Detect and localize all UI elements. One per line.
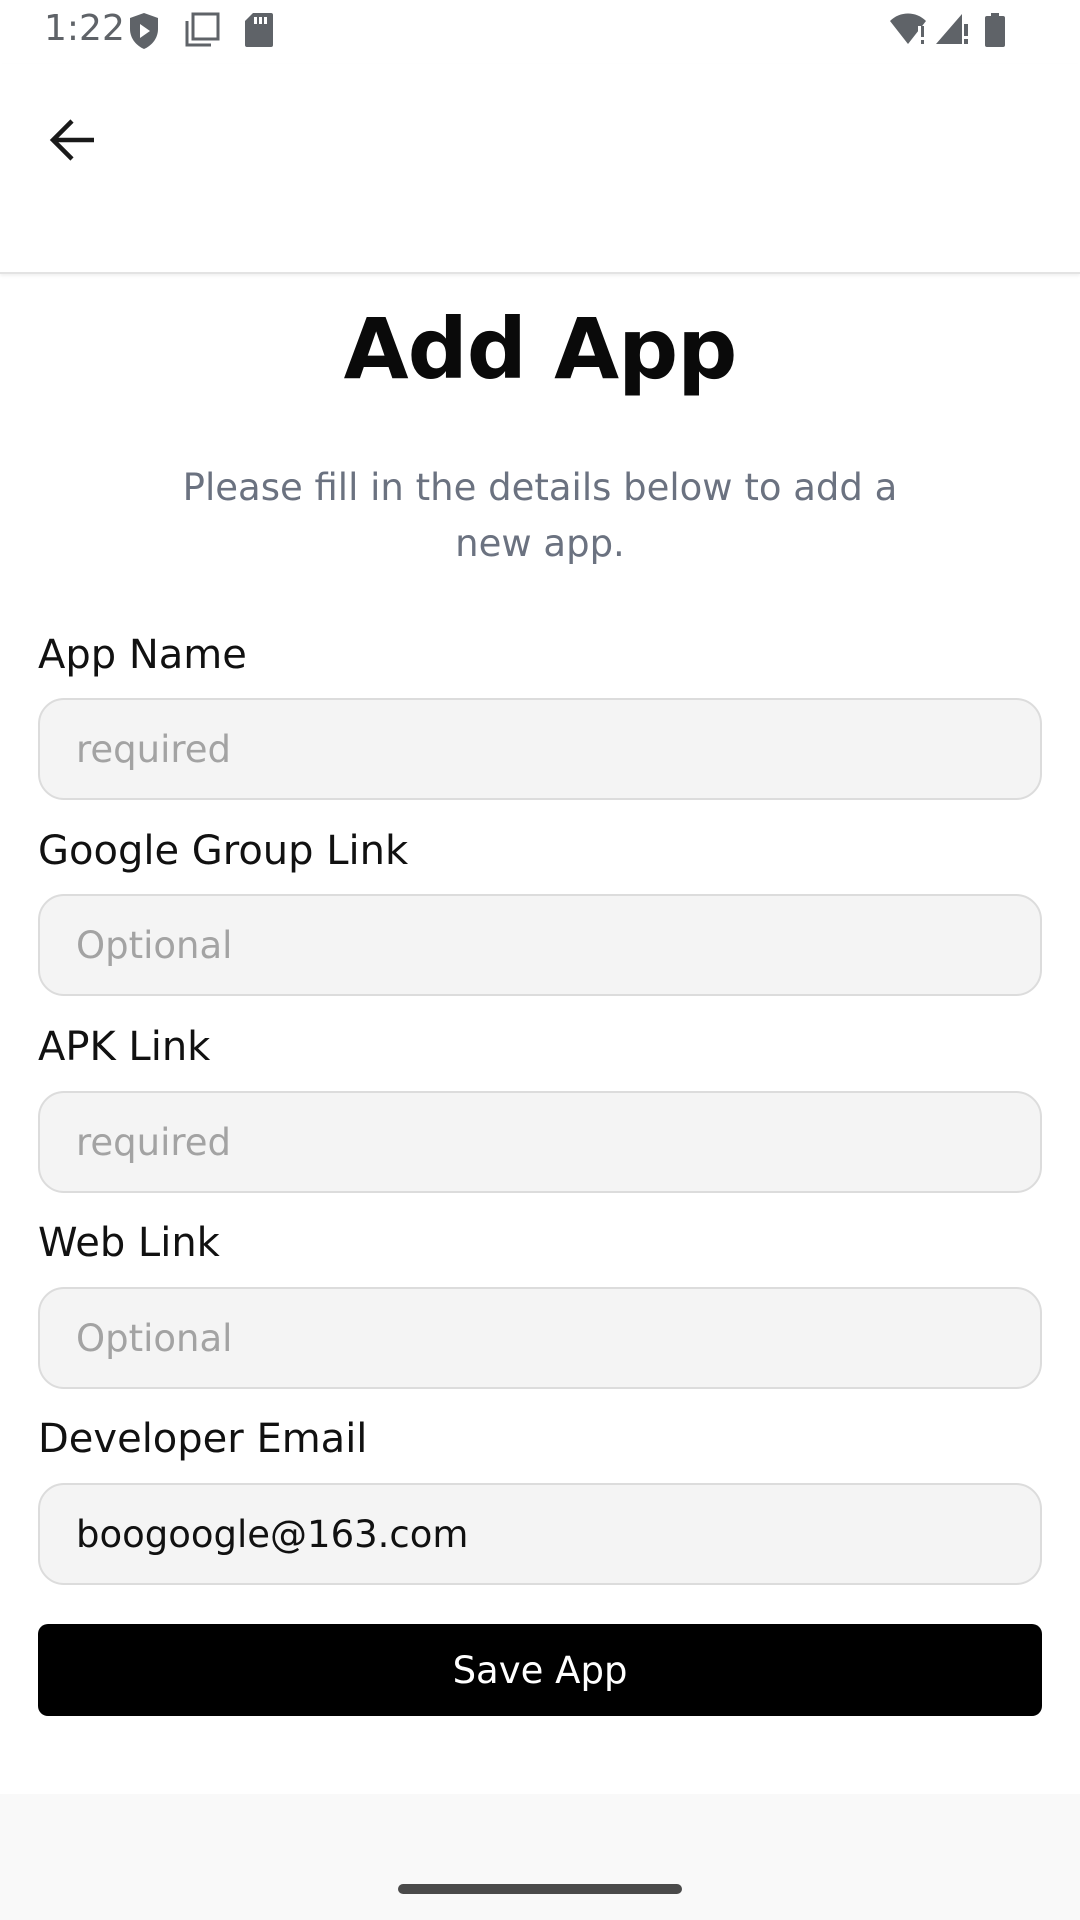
app-name-input[interactable] bbox=[38, 698, 1042, 800]
signal-alert-icon bbox=[934, 12, 970, 51]
apk-link-input[interactable] bbox=[38, 1091, 1042, 1193]
google-group-link-label: Google Group Link bbox=[38, 828, 409, 874]
app-name-label: App Name bbox=[38, 632, 247, 678]
status-bar: 1:22 bbox=[0, 0, 1080, 64]
battery-icon bbox=[984, 12, 1006, 53]
web-link-input[interactable] bbox=[38, 1287, 1042, 1389]
arrow-back-icon bbox=[48, 118, 96, 167]
sd-card-icon bbox=[244, 12, 274, 53]
page-title: Add App bbox=[343, 300, 738, 398]
apk-link-label: APK Link bbox=[38, 1024, 211, 1070]
page-subtitle: Please fill in the details below to add … bbox=[182, 466, 898, 565]
web-link-label: Web Link bbox=[38, 1220, 220, 1266]
status-time: 1:22 bbox=[44, 8, 125, 49]
developer-email-input[interactable] bbox=[38, 1483, 1042, 1585]
back-button[interactable] bbox=[36, 106, 108, 178]
app-bar bbox=[0, 64, 1080, 274]
bottom-gesture-area bbox=[0, 1794, 1080, 1920]
home-indicator[interactable] bbox=[398, 1884, 682, 1894]
developer-email-label: Developer Email bbox=[38, 1416, 368, 1462]
copy-icon bbox=[184, 12, 220, 53]
google-group-link-input[interactable] bbox=[38, 894, 1042, 996]
save-app-button[interactable]: Save App bbox=[38, 1624, 1042, 1716]
shield-play-icon bbox=[128, 12, 160, 55]
wifi-alert-icon bbox=[888, 12, 928, 51]
